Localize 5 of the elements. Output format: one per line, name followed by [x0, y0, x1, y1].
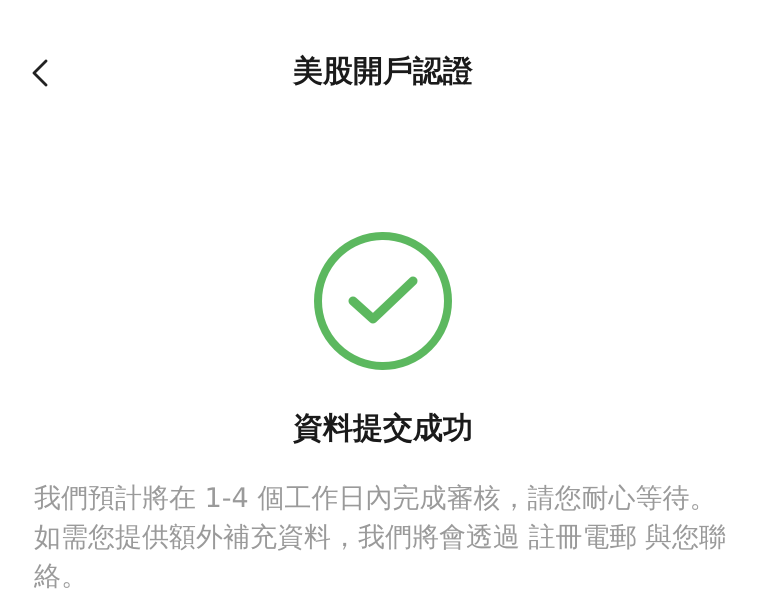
result-title: 資料提交成功: [293, 410, 473, 448]
back-icon[interactable]: [30, 58, 50, 88]
page-title: 美股開戶認證: [293, 53, 473, 91]
success-check-icon: [313, 231, 453, 371]
result-message: 我們預計將在 1-4 個工作日內完成審核，請您耐心等待。如需您提供額外補充資料，我們將會透過 註冊電郵 與您聯絡。: [34, 482, 728, 594]
